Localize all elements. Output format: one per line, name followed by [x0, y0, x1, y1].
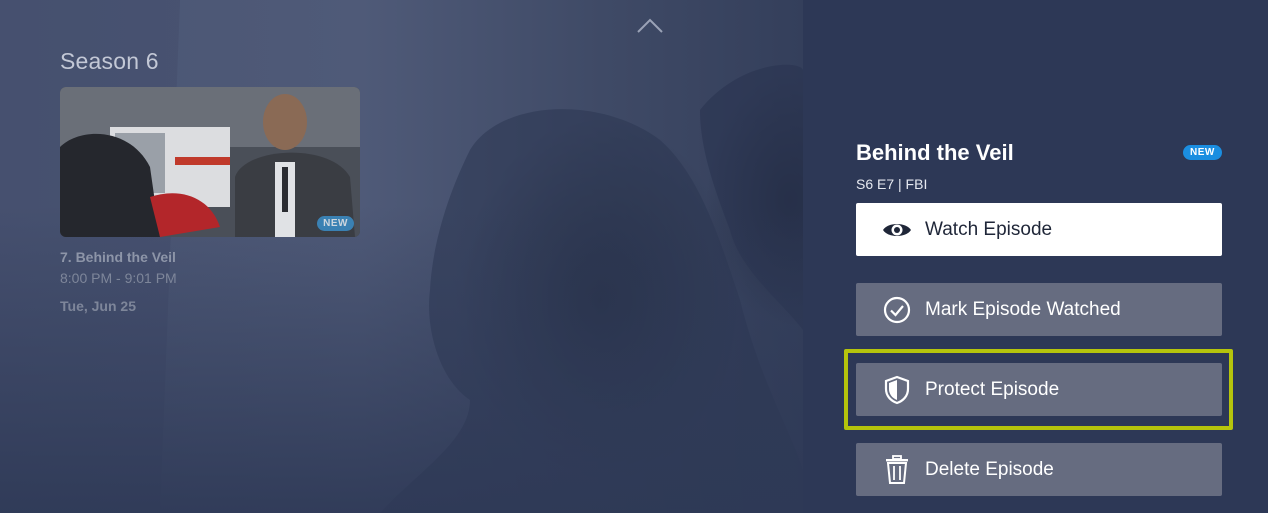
eye-icon [882, 215, 912, 245]
check-circle-icon [882, 295, 912, 325]
trash-icon [882, 454, 912, 485]
protect-episode-label: Protect Episode [925, 378, 1060, 400]
season-title: Season 6 [60, 48, 159, 74]
new-badge: NEW [1183, 145, 1222, 160]
episode-meta: S6 E7 | FBI [856, 176, 928, 192]
protect-episode-button[interactable]: Protect Episode [856, 363, 1222, 416]
detail-title: Behind the Veil [856, 140, 1014, 165]
shield-icon [882, 375, 912, 405]
episode-time: 8:00 PM - 9:01 PM [60, 270, 177, 286]
episode-date: Tue, Jun 25 [60, 298, 136, 314]
episode-thumbnail[interactable]: NEW [60, 87, 360, 237]
watch-episode-label: Watch Episode [925, 218, 1053, 240]
mark-watched-button[interactable]: Mark Episode Watched [856, 283, 1222, 336]
chevron-up-icon[interactable] [636, 16, 664, 36]
episode-title: 7. Behind the Veil [60, 249, 176, 265]
delete-episode-button[interactable]: Delete Episode [856, 443, 1222, 496]
details-panel [803, 0, 1268, 513]
delete-episode-label: Delete Episode [925, 458, 1054, 480]
mark-watched-label: Mark Episode Watched [925, 298, 1121, 320]
recording-details-screen: Season 6 NEW 7. Behind the Veil 8:00 PM … [0, 0, 1268, 513]
watch-episode-button[interactable]: Watch Episode [856, 203, 1222, 256]
episode-thumbnail-image [60, 87, 360, 237]
new-badge: NEW [317, 216, 354, 231]
